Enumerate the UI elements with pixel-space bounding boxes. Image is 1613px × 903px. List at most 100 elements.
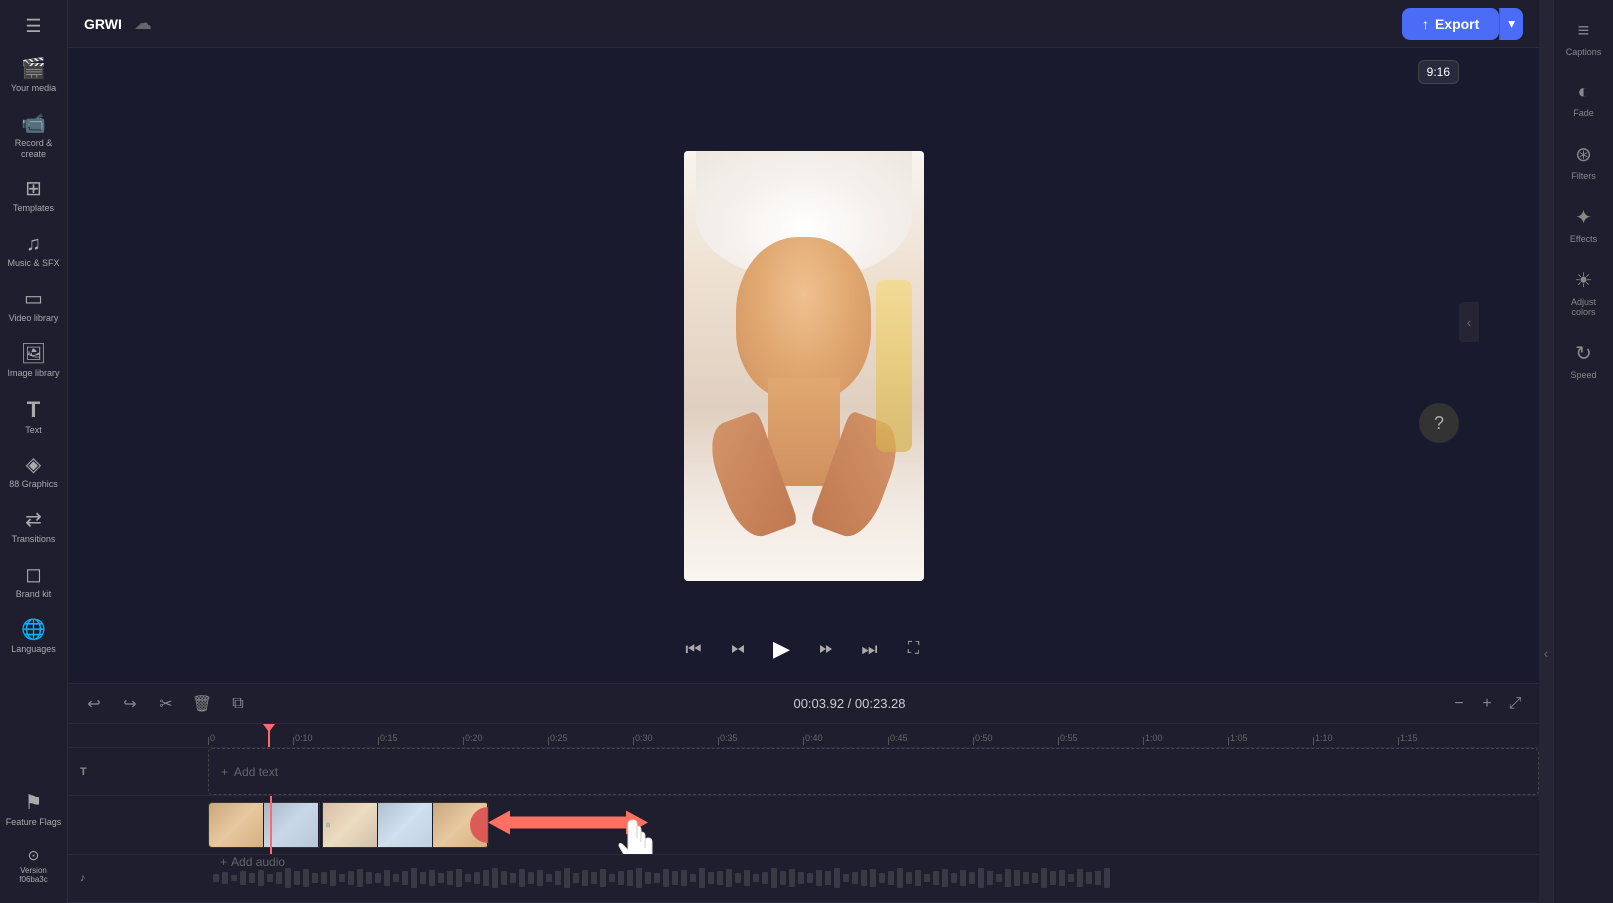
- audio-track-content[interactable]: // Generate waveform bars inline const w…: [208, 855, 1539, 902]
- sidebar-item-label: Your media: [11, 83, 56, 94]
- topbar: GRWI ☁ ↑ Export ▾: [68, 0, 1539, 48]
- sidebar-item-video-library[interactable]: ▭ Video library: [0, 279, 67, 334]
- captions-icon: ≡: [1578, 20, 1590, 43]
- sidebar-item-languages[interactable]: 🌐 Languages: [0, 610, 67, 665]
- hamburger-icon[interactable]: ☰: [25, 16, 41, 37]
- zoom-fit-button[interactable]: ⤢: [1503, 692, 1527, 716]
- sidebar-item-label: Text: [25, 425, 42, 436]
- tick-35: 0:40: [803, 725, 888, 745]
- sidebar-item-graphics[interactable]: ◈ 88 Graphics: [0, 445, 67, 500]
- right-panel-item-adjust-colors[interactable]: ☀ Adjust colors: [1556, 260, 1612, 325]
- audio-track-icon: ♪: [80, 872, 86, 884]
- left-sidebar: ☰ 🎬 Your media 📹 Record &create ⊞ Templa…: [0, 0, 68, 903]
- adjust-colors-label: Adjust colors: [1560, 297, 1608, 317]
- right-panel-collapse-toggle[interactable]: ‹: [1539, 0, 1553, 903]
- sidebar-item-transitions[interactable]: ⇄ Transitions: [0, 500, 67, 555]
- image-library-icon: 🖼: [21, 344, 46, 364]
- skip-to-start-button[interactable]: ⏮: [678, 633, 710, 665]
- sidebar-item-music[interactable]: ♫ Music & SFX: [0, 224, 67, 279]
- video-library-icon: ▭: [24, 289, 43, 309]
- tick-50: 0:55: [1058, 725, 1143, 745]
- sidebar-item-brand-kit[interactable]: ◻ Brand kit: [0, 555, 67, 610]
- export-dropdown-button[interactable]: ▾: [1499, 8, 1523, 40]
- speed-label: Speed: [1570, 370, 1596, 380]
- sidebar-item-feature-flags[interactable]: ⚑ Feature Flags: [2, 783, 66, 838]
- feature-flags-icon: ⚑: [25, 793, 43, 813]
- text-track-content[interactable]: + Add text: [208, 748, 1539, 795]
- sidebar-item-version[interactable]: ⊙ Versionf06ba3c: [2, 838, 66, 895]
- cut-button[interactable]: ✂: [152, 690, 180, 718]
- right-panel-item-speed[interactable]: ↻ Speed: [1556, 333, 1612, 388]
- skip-to-end-button[interactable]: ⏭: [854, 633, 886, 665]
- tick-60: 1:05: [1228, 725, 1313, 745]
- undo-button[interactable]: ↩: [80, 690, 108, 718]
- clip-frame-2a: [323, 803, 378, 847]
- cloud-save-icon[interactable]: ☁: [134, 13, 152, 34]
- music-icon: ♫: [26, 234, 41, 254]
- right-panel-item-effects[interactable]: ✦ Effects: [1556, 197, 1612, 252]
- play-button[interactable]: ▶: [766, 633, 798, 665]
- main-content: GRWI ☁ ↑ Export ▾ 9:16: [68, 0, 1539, 903]
- speed-icon: ↻: [1575, 341, 1592, 366]
- languages-icon: 🌐: [21, 620, 46, 640]
- rewind-icon: [728, 639, 748, 659]
- zoom-out-button[interactable]: −: [1447, 692, 1471, 716]
- aspect-ratio-value: 9:16: [1427, 65, 1450, 79]
- video-clips-container: ⏸: [208, 802, 489, 848]
- timeline-section: ↩ ↪ ✂ 🗑 ⧉ 00:03.92 / 00:23.28 − + ⤢: [68, 683, 1539, 903]
- text-icon: T: [27, 399, 40, 421]
- sidebar-item-image-library[interactable]: 🖼 Image library: [0, 334, 67, 389]
- zoom-controls: − + ⤢: [1447, 692, 1527, 716]
- fast-forward-button[interactable]: [810, 633, 842, 665]
- editor-area: 9:16 ⏮: [68, 48, 1539, 903]
- video-playhead-line: [270, 796, 272, 853]
- hand-cursor-svg: [608, 816, 658, 853]
- right-panel-item-fade[interactable]: ◐ Fade: [1556, 73, 1612, 126]
- collapse-right-panel-button[interactable]: ‹: [1459, 302, 1479, 342]
- sidebar-item-label: Record &create: [15, 138, 53, 160]
- sidebar-item-label: Image library: [7, 368, 59, 379]
- sidebar-item-templates[interactable]: ⊞ Templates: [0, 169, 67, 224]
- video-frame: [684, 151, 924, 581]
- add-text-area[interactable]: + Add text: [208, 748, 1539, 795]
- export-button[interactable]: ↑ Export: [1402, 8, 1499, 40]
- clip-frame-2b: [378, 803, 433, 847]
- time-current: 00:03.92 / 00:23.28: [793, 696, 905, 711]
- video-clip-2[interactable]: ⏸: [322, 802, 489, 848]
- sidebar-header: ☰: [0, 8, 67, 49]
- effects-label: Effects: [1570, 234, 1597, 244]
- sidebar-item-label: Languages: [11, 644, 56, 655]
- rewind-button[interactable]: [722, 633, 754, 665]
- preview-tool: [876, 280, 912, 452]
- help-button[interactable]: ?: [1419, 403, 1459, 443]
- fast-forward-icon: [816, 639, 836, 659]
- zoom-in-button[interactable]: +: [1475, 692, 1499, 716]
- tick-0: 0: [208, 725, 293, 745]
- sidebar-item-label: Templates: [13, 203, 54, 214]
- timeline-time-display: 00:03.92 / 00:23.28: [260, 696, 1439, 711]
- redo-button[interactable]: ↪: [116, 690, 144, 718]
- sidebar-item-record[interactable]: 📹 Record &create: [0, 104, 67, 170]
- project-title[interactable]: GRWI: [84, 16, 122, 32]
- cursor-annotation: [608, 816, 658, 853]
- tick-20: 0:25: [548, 725, 633, 745]
- transitions-icon: ⇄: [25, 510, 42, 530]
- video-clip-1[interactable]: [208, 802, 320, 848]
- duplicate-button[interactable]: ⧉: [224, 690, 252, 718]
- export-chevron-icon: ▾: [1508, 16, 1515, 31]
- waveform-visualization: // Generate waveform bars inline const w…: [208, 855, 1539, 902]
- fullscreen-button[interactable]: ⛶: [898, 633, 930, 665]
- audio-track-label: ♪: [68, 872, 208, 884]
- sidebar-item-your-media[interactable]: 🎬 Your media: [0, 49, 67, 104]
- tick-10: 0:15: [378, 725, 463, 745]
- sidebar-item-label: Video library: [9, 313, 59, 324]
- right-panel-item-captions[interactable]: ≡ Captions: [1556, 12, 1612, 65]
- video-track-content[interactable]: ⏸: [208, 796, 1539, 853]
- delete-button[interactable]: 🗑: [188, 690, 216, 718]
- preview-area: 9:16 ⏮: [68, 48, 1539, 683]
- adjust-colors-icon: ☀: [1575, 268, 1593, 293]
- sidebar-bottom: ⚑ Feature Flags ⊙ Versionf06ba3c: [2, 783, 66, 895]
- right-panel-item-filters[interactable]: ⊛ Filters: [1556, 134, 1612, 189]
- timeline-ruler: 0 0:10 0:15 0:20: [68, 724, 1539, 748]
- sidebar-item-text[interactable]: T Text: [0, 389, 67, 446]
